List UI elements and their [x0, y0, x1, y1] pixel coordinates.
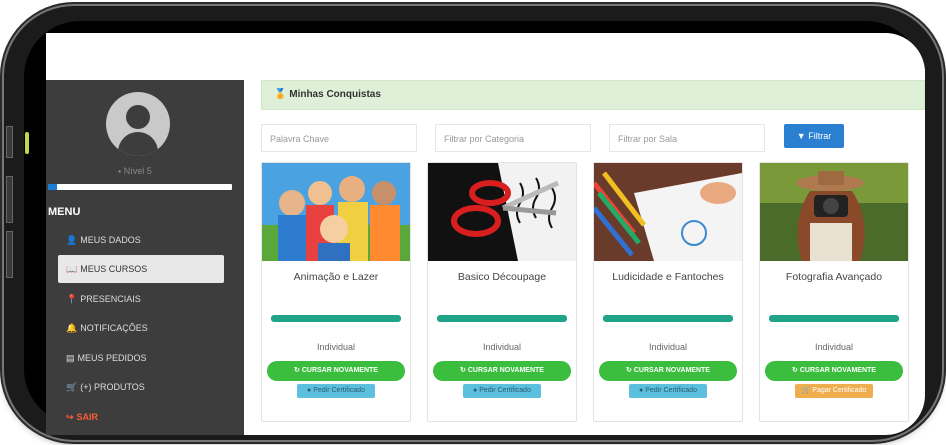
certificate-button[interactable]: ● Pedir Certificado: [463, 384, 541, 398]
course-title: Fotografia Avançado: [785, 271, 883, 283]
course-title: Basico Découpage: [457, 271, 547, 283]
category-filter[interactable]: Filtrar por Categoria: [435, 124, 591, 152]
course-again-label: CURSAR NOVAMENTE: [467, 367, 544, 374]
certificate-label: Pedir Certificado: [313, 387, 365, 394]
sidebar-item-label: NOTIFICAÇÕES: [80, 323, 148, 333]
sidebar-item-label: (+) PRODUTOS: [80, 382, 145, 392]
course-title: Ludicidade e Fantoches: [612, 271, 724, 283]
course-image[interactable]: [428, 163, 576, 261]
phone-side-button: [6, 176, 13, 223]
user-icon: 👤: [66, 235, 78, 245]
course-again-button[interactable]: ↻ CURSAR NOVAMENTE: [765, 361, 903, 381]
sidebar-item-meus-cursos[interactable]: 📖 MEUS CURSOS: [58, 255, 224, 283]
course-again-button[interactable]: ↻ CURSAR NOVAMENTE: [267, 361, 405, 381]
sidebar-item-meus-dados[interactable]: 👤 MEUS DADOS: [58, 226, 224, 254]
phone-side-button: [6, 231, 13, 278]
menu-title: MENU: [48, 206, 81, 218]
certificate-button[interactable]: ● Pedir Certificado: [629, 384, 707, 398]
course-mode: Individual: [648, 342, 688, 352]
course-image[interactable]: [262, 163, 410, 261]
course-mode: Individual: [814, 342, 854, 352]
cart-icon: 🛒: [801, 387, 811, 394]
room-filter[interactable]: Filtrar por Sala: [609, 124, 765, 152]
course-card: Animação e Lazer Individual ↻ CURSAR NOV…: [261, 162, 411, 422]
course-again-label: CURSAR NOVAMENTE: [633, 367, 710, 374]
certificate-label: Pagar Certificado: [812, 387, 867, 394]
sidebar-item-label: PRESENCIAIS: [80, 294, 141, 304]
course-mode: Individual: [316, 342, 356, 352]
bell-icon: 🔔: [66, 323, 78, 333]
tag-icon: ⬩: [118, 166, 122, 176]
main-content: 🏅 Minhas Conquistas Palavra Chave Filtra…: [261, 80, 925, 435]
certificate-icon: ●: [639, 387, 644, 394]
filter-button[interactable]: ▼ Filtrar: [784, 124, 844, 148]
sidebar-item-label: MEUS PEDIDOS: [77, 353, 147, 363]
sidebar-item-label: MEUS DADOS: [80, 235, 141, 245]
level-progress: [48, 184, 232, 190]
course-again-button[interactable]: ↻ CURSAR NOVAMENTE: [433, 361, 571, 381]
filter-icon: ▼: [796, 131, 806, 141]
refresh-icon: ↻: [792, 367, 798, 374]
page-title: 🏅 Minhas Conquistas: [261, 80, 925, 110]
filter-button-label: Filtrar: [808, 131, 832, 141]
sidebar-item-label: SAIR: [76, 412, 99, 422]
certificate-icon: ●: [473, 387, 478, 394]
course-progress: [271, 315, 401, 322]
trophy-icon: 🏅: [274, 89, 287, 100]
app-screen: ⬩ Nível 5 MENU 👤 MEUS DADOS 📖 MEUS CURSOS …: [46, 33, 925, 435]
phone-frame: ⬩ Nível 5 MENU 👤 MEUS DADOS 📖 MEUS CURSOS …: [4, 6, 942, 440]
keyword-input[interactable]: Palavra Chave: [261, 124, 417, 152]
sidebar-item-produtos[interactable]: 🛒 (+) PRODUTOS: [58, 373, 224, 401]
refresh-icon: ↻: [294, 367, 300, 374]
sidebar-item-notificacoes[interactable]: 🔔 NOTIFICAÇÕES: [58, 314, 224, 342]
sign-out-icon: ↪: [66, 412, 74, 422]
course-mode: Individual: [482, 342, 522, 352]
sidebar-item-label: MEUS CURSOS: [80, 264, 148, 274]
cursos-icon: 📖: [66, 264, 78, 274]
certificate-button[interactable]: 🛒 Pagar Certificado: [795, 384, 873, 398]
certificate-label: Pedir Certificado: [645, 387, 697, 394]
course-progress: [769, 315, 899, 322]
top-bar: [46, 33, 925, 80]
avatar[interactable]: [106, 92, 170, 156]
level-label: ⬩ Nível 5: [118, 166, 152, 177]
course-image[interactable]: [760, 163, 908, 261]
sidebar-item-presenciais[interactable]: 📍 PRESENCIAIS: [58, 285, 224, 313]
refresh-icon: ↻: [460, 367, 466, 374]
course-progress: [603, 315, 733, 322]
course-card: Basico Découpage Individual ↻ CURSAR NOV…: [427, 162, 577, 422]
course-card: Ludicidade e Fantoches Individual ↻ CURS…: [593, 162, 743, 422]
list-icon: ▤: [66, 353, 75, 363]
course-card: Fotografia Avançado Individual ↻ CURSAR …: [759, 162, 909, 422]
phone-indicator: [25, 132, 29, 154]
course-again-label: CURSAR NOVAMENTE: [799, 367, 876, 374]
phone-side-button: [6, 126, 13, 158]
sidebar: ⬩ Nível 5 MENU 👤 MEUS DADOS 📖 MEUS CURSOS …: [46, 80, 244, 435]
level-progress-fill: [48, 184, 58, 190]
certificate-button[interactable]: ● Pedir Certificado: [297, 384, 375, 398]
sidebar-item-meus-pedidos[interactable]: ▤ MEUS PEDIDOS: [58, 344, 224, 372]
cart-icon: 🛒: [66, 382, 78, 392]
course-again-button[interactable]: ↻ CURSAR NOVAMENTE: [599, 361, 737, 381]
course-title: Animação e Lazer: [293, 271, 379, 283]
avatar-head: [126, 105, 150, 129]
course-image[interactable]: [594, 163, 742, 261]
avatar-body: [118, 132, 158, 156]
sidebar-item-sair[interactable]: ↪ SAIR: [58, 403, 224, 431]
certificate-label: Pedir Certificado: [479, 387, 531, 394]
level-text: Nível 5: [123, 166, 152, 176]
refresh-icon: ↻: [626, 367, 632, 374]
page-title-text: Minhas Conquistas: [289, 89, 381, 100]
certificate-icon: ●: [307, 387, 312, 394]
map-marker-icon: 📍: [66, 294, 78, 304]
course-progress: [437, 315, 567, 322]
course-again-label: CURSAR NOVAMENTE: [301, 367, 378, 374]
